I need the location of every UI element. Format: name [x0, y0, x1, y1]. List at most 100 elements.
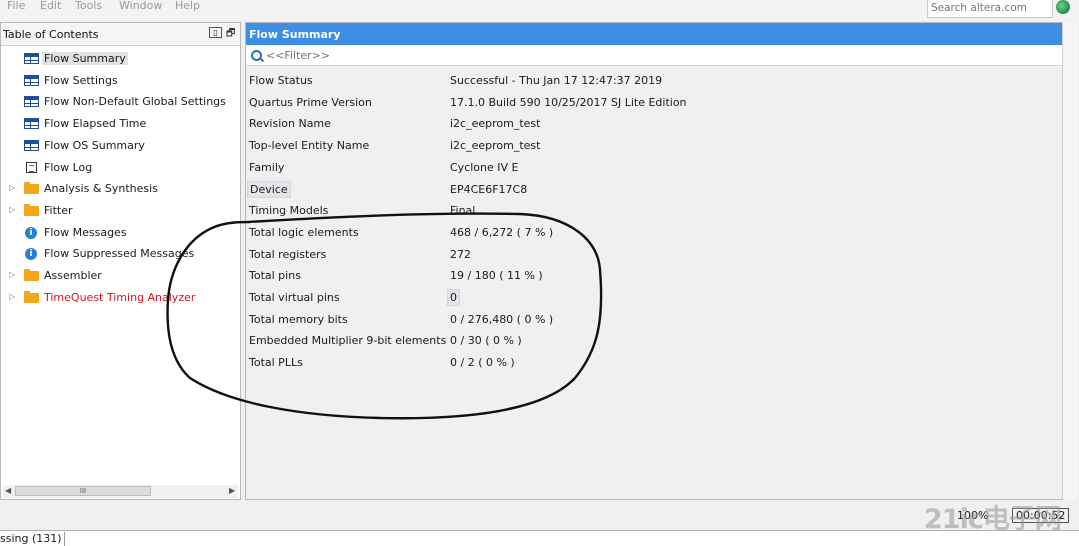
row-value: 0 / 2 ( 0 % ) [450, 356, 515, 370]
toc-header: Table of Contents ▯ 🗗 [1, 23, 240, 46]
row-value: 0 / 30 ( 0 % ) [450, 334, 522, 348]
table-row[interactable]: Top-level Entity Name i2c_eeprom_test [246, 135, 1075, 156]
table-icon [24, 118, 39, 130]
toc-item[interactable]: Flow Settings [1, 71, 240, 91]
row-value: Final [450, 204, 476, 218]
table-row[interactable]: Flow Status Successful - Thu Jan 17 12:47… [246, 70, 1075, 91]
expand-arrow-icon[interactable]: ▷ [9, 205, 15, 214]
row-key: Revision Name [249, 117, 331, 131]
toc-item[interactable]: Flow OS Summary [1, 136, 240, 156]
table-row[interactable]: Embedded Multiplier 9-bit elements 0 / 30… [246, 330, 1075, 351]
pin-icon[interactable]: ▯ [209, 27, 222, 38]
log-icon [26, 161, 37, 173]
filter-row [246, 46, 1075, 66]
row-key: Quartus Prime Version [249, 95, 372, 109]
toc-item[interactable]: ▷ Analysis & Synthesis [1, 179, 240, 199]
toc-horizontal-scrollbar[interactable]: ◀ III ▶ [3, 485, 238, 498]
row-key: Total registers [249, 247, 327, 261]
menu-window[interactable]: Window [119, 0, 162, 13]
toc-item[interactable]: Flow Summary [1, 49, 240, 69]
flow-summary-panel: Flow Summary Flow Status Successful - Thu… [245, 22, 1076, 500]
toc-item[interactable]: Flow Non-Default Global Settings [1, 92, 240, 112]
info-icon: i [25, 226, 37, 239]
status-bar: 100% 00:00:52 [0, 500, 1079, 530]
toc-item[interactable]: ▷ Assembler [1, 266, 240, 286]
table-row[interactable]: Timing Models Final [246, 200, 1075, 221]
menu-tools[interactable]: Tools [75, 0, 102, 13]
table-row[interactable]: Total PLLs 0 / 2 ( 0 % ) [246, 352, 1075, 373]
row-value: 17.1.0 Build 590 10/25/2017 SJ Lite Edit… [450, 95, 687, 109]
toc-item-label: Flow Messages [44, 225, 127, 239]
table-row[interactable]: Revision Name i2c_eeprom_test [246, 113, 1075, 134]
table-icon [24, 53, 39, 64]
row-key: Device [247, 180, 291, 198]
row-key: Total logic elements [249, 225, 359, 239]
menu-file[interactable]: File [7, 0, 25, 13]
vertical-scrollbar[interactable] [1062, 22, 1077, 500]
toc-item-label: Flow Log [44, 160, 93, 174]
row-value: 468 / 6,272 ( 7 % ) [450, 225, 554, 239]
scroll-right-icon[interactable]: ▶ [229, 486, 235, 495]
table-row[interactable]: Total memory bits 0 / 276,480 ( 0 % ) [246, 309, 1075, 330]
row-key: Total memory bits [249, 312, 348, 326]
table-row[interactable]: Quartus Prime Version 17.1.0 Build 590 10… [246, 92, 1075, 113]
row-key: Timing Models [249, 204, 329, 218]
globe-icon[interactable] [1056, 0, 1070, 14]
toc-item[interactable]: i Flow Suppressed Messages [1, 244, 240, 264]
expand-arrow-icon[interactable]: ▷ [9, 183, 15, 192]
menu-edit[interactable]: Edit [40, 0, 61, 13]
table-row[interactable]: Family Cyclone IV E [246, 157, 1075, 178]
menu-bar: File Edit Tools Window Help [0, 0, 1079, 20]
table-row[interactable]: Total logic elements 468 / 6,272 ( 7 % ) [246, 222, 1075, 243]
flow-summary-title: Flow Summary [249, 28, 341, 41]
menu-help[interactable]: Help [175, 0, 200, 13]
row-key: Family [249, 160, 285, 174]
toc-item-label: Flow OS Summary [44, 138, 145, 152]
row-key: Total PLLs [249, 356, 303, 370]
toc-item[interactable]: Flow Log [1, 158, 240, 178]
row-key: Top-level Entity Name [249, 139, 370, 153]
toc-item[interactable]: ▷ Fitter [1, 201, 240, 221]
toc-item-label: Assembler [44, 269, 102, 282]
toc-item-label: Flow Summary [42, 52, 128, 65]
toc-title: Table of Contents [3, 28, 99, 41]
table-row[interactable]: Device EP4CE6F17C8 [246, 179, 1075, 200]
row-key: Embedded Multiplier 9-bit elements [249, 334, 447, 348]
folder-icon [24, 203, 39, 216]
scroll-thumb[interactable]: III [15, 486, 151, 496]
toc-item[interactable]: Flow Elapsed Time [1, 114, 240, 134]
restore-icon[interactable]: 🗗 [226, 26, 235, 43]
toc-item-label: Flow Non-Default Global Settings [44, 95, 226, 109]
scroll-left-icon[interactable]: ◀ [5, 486, 11, 495]
folder-icon [24, 269, 39, 281]
toc-item-label: Analysis & Synthesis [44, 182, 158, 196]
expand-arrow-icon[interactable]: ▷ [9, 270, 15, 279]
table-icon [24, 96, 39, 108]
search-box [927, 0, 1053, 18]
row-value: i2c_eeprom_test [450, 117, 541, 131]
row-key: Flow Status [249, 74, 313, 87]
table-row[interactable]: Total pins 19 / 180 ( 11 % ) [246, 265, 1075, 286]
toc-item-label: Fitter [44, 203, 73, 217]
toc-item[interactable]: ▷ TimeQuest Timing Analyzer [1, 288, 240, 308]
table-icon [24, 139, 39, 151]
table-row[interactable]: Total virtual pins 0 [246, 287, 1075, 308]
row-value: i2c_eeprom_test [450, 139, 541, 153]
toc-panel: Table of Contents ▯ 🗗 Flow Summary Flow S… [0, 22, 241, 500]
toc-item-label: Flow Suppressed Messages [44, 247, 195, 261]
toc-item[interactable]: i Flow Messages [1, 223, 240, 243]
messages-tab[interactable]: ssing (131) [0, 532, 65, 546]
search-icon [251, 50, 262, 61]
row-value: 272 [450, 247, 471, 261]
table-row[interactable]: Total registers 272 [246, 244, 1075, 265]
table-icon [24, 74, 39, 86]
expand-arrow-icon[interactable]: ▷ [9, 292, 15, 301]
row-value: EP4CE6F17C8 [450, 182, 528, 196]
row-value: Successful - Thu Jan 17 12:47:37 2019 [450, 74, 663, 87]
row-value: 19 / 180 ( 11 % ) [450, 269, 543, 283]
filter-input[interactable] [264, 48, 568, 63]
row-key: Total virtual pins [249, 291, 340, 304]
row-key: Total pins [249, 269, 301, 283]
row-value: Cyclone IV E [450, 160, 519, 174]
search-input[interactable] [928, 0, 1049, 15]
